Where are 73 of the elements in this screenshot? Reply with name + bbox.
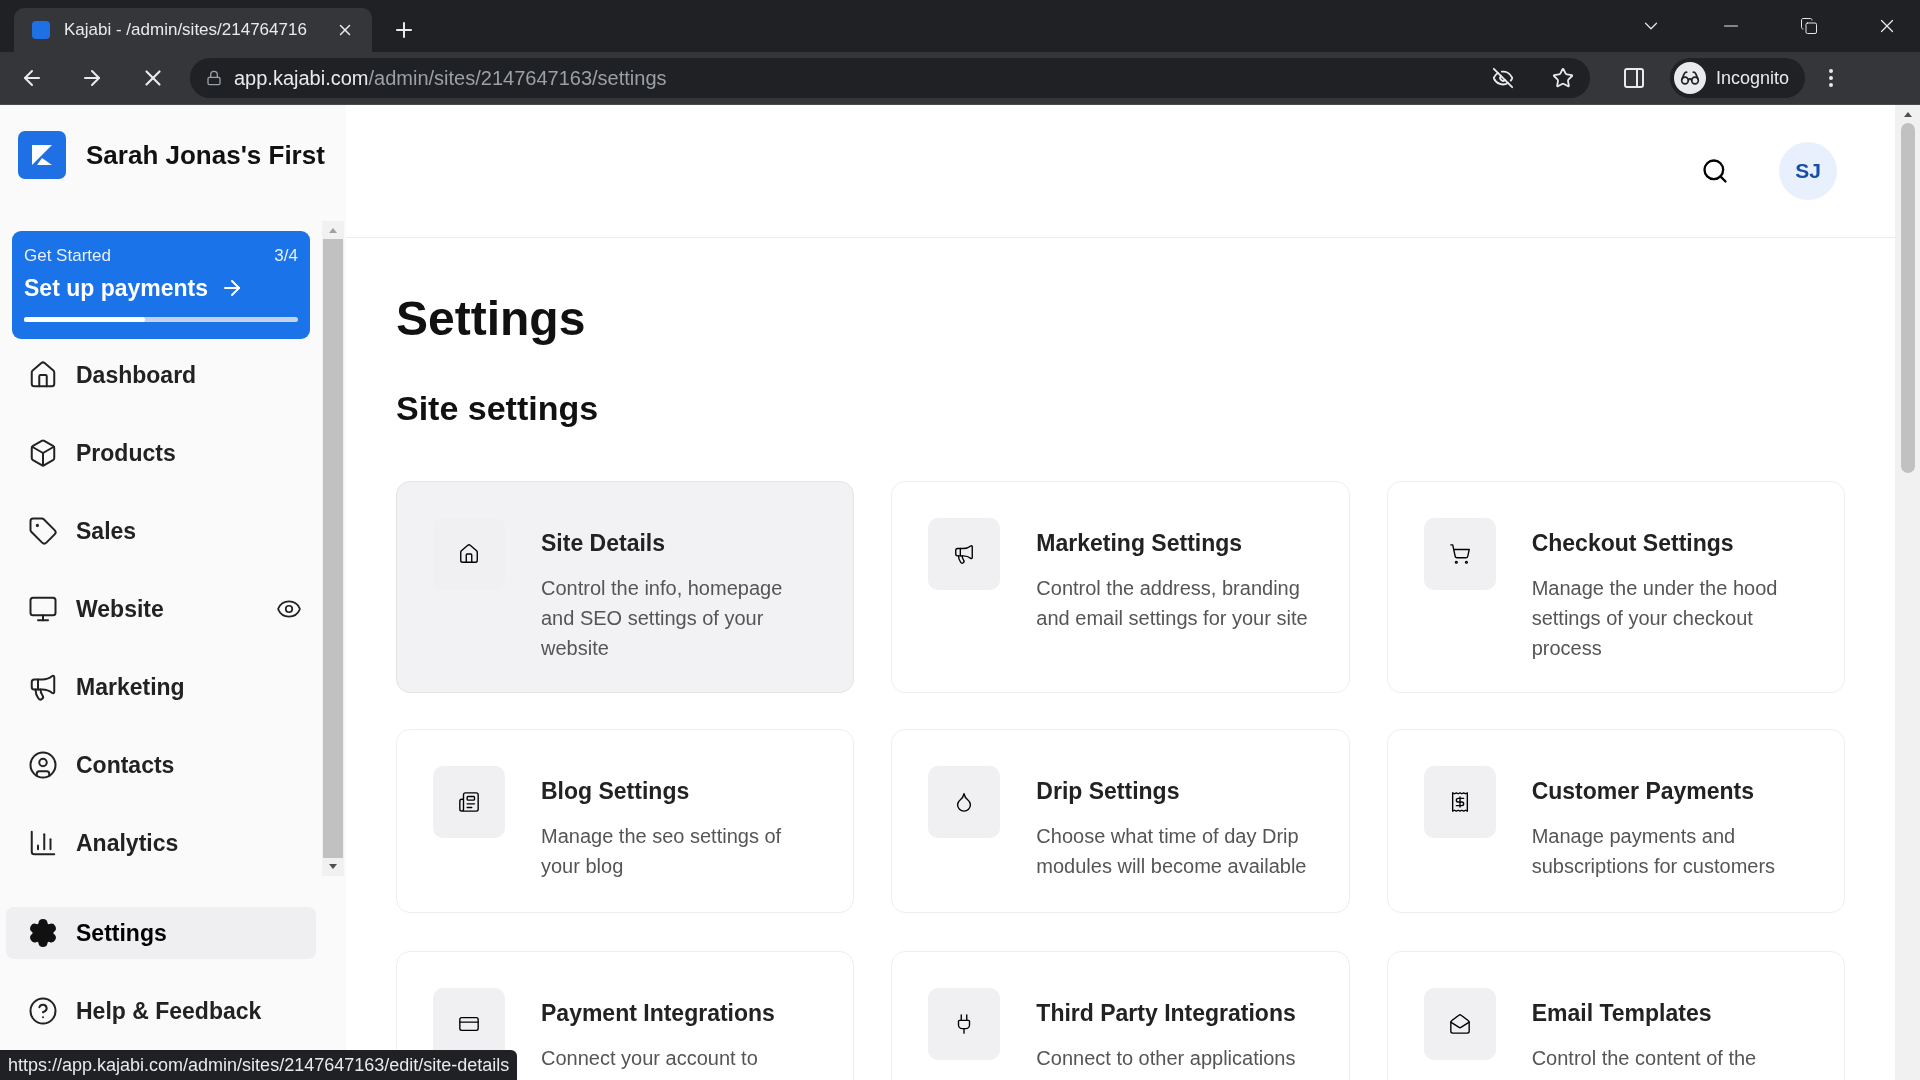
site-name: Sarah Jonas's First bbox=[86, 138, 325, 172]
get-started-label: Get Started bbox=[24, 245, 111, 267]
settings-card[interactable]: Marketing Settings Control the address, branding and email settings for your site bbox=[891, 481, 1350, 693]
nav-item[interactable]: Dashboard bbox=[6, 349, 316, 401]
page-scrollbar[interactable] bbox=[1895, 105, 1920, 1080]
user-circle-icon bbox=[28, 750, 58, 780]
incognito-icon bbox=[1674, 62, 1706, 94]
card-title: Marketing Settings bbox=[1036, 529, 1244, 558]
settings-card[interactable]: Checkout Settings Manage the under the hood settings of your checkout process bbox=[1386, 481, 1845, 693]
card-title: Customer Payments bbox=[1531, 777, 1756, 806]
kajabi-logo[interactable] bbox=[18, 131, 66, 179]
droplet-icon bbox=[928, 766, 1001, 838]
cube-icon bbox=[28, 438, 58, 468]
envelope-icon bbox=[1423, 988, 1496, 1060]
nav-item[interactable]: Contacts bbox=[6, 739, 316, 791]
eye-off-icon[interactable] bbox=[1492, 67, 1514, 89]
nav-item[interactable]: Help & Feedback bbox=[6, 985, 316, 1037]
scrollbar-thumb[interactable] bbox=[1900, 123, 1915, 473]
profile-button[interactable]: Incognito bbox=[1670, 58, 1806, 98]
card-description: Control the content of the bbox=[1531, 1045, 1757, 1071]
nav-item[interactable]: Website bbox=[6, 583, 316, 635]
card-title: Site Details bbox=[541, 529, 666, 558]
card-title: Checkout Settings bbox=[1531, 529, 1735, 558]
card-description: Connect your account to bbox=[541, 1045, 759, 1071]
section-title: Site settings bbox=[396, 391, 600, 425]
get-started-card[interactable]: Get Started 3/4 Set up payments bbox=[12, 231, 310, 339]
user-avatar[interactable]: SJ bbox=[1779, 142, 1837, 200]
status-link-tooltip: https://app.kajabi.com/admin/sites/2147647163/edit/site-details bbox=[0, 1050, 518, 1080]
help-icon bbox=[28, 996, 58, 1026]
cart-icon bbox=[1423, 518, 1496, 590]
nav-item[interactable]: Products bbox=[6, 427, 316, 479]
card-description: Connect to other applications bbox=[1036, 1045, 1296, 1071]
receipt-icon bbox=[1423, 766, 1496, 838]
step-count: 3/4 bbox=[274, 245, 298, 267]
lock-icon bbox=[206, 70, 222, 86]
card-description: Manage payments and subscriptions for customers bbox=[1531, 823, 1777, 879]
card-description: Control the address, branding and email settings for your site bbox=[1036, 575, 1309, 631]
nav-item[interactable]: Analytics bbox=[6, 817, 316, 869]
megaphone-icon bbox=[928, 518, 1001, 590]
restore-icon[interactable] bbox=[1800, 17, 1818, 35]
plug-icon bbox=[928, 988, 1001, 1060]
settings-card[interactable]: Drip Settings Choose what time of day Drip modules will become available bbox=[891, 729, 1350, 913]
bar-chart-icon bbox=[28, 828, 58, 858]
setup-link[interactable]: Set up payments bbox=[24, 270, 209, 305]
settings-card[interactable]: Email Templates Control the content of the bbox=[1386, 951, 1845, 1080]
house-icon bbox=[28, 360, 58, 390]
settings-card[interactable]: Site Details Control the info, homepage and SEO settings of your website bbox=[396, 481, 855, 693]
nav-item[interactable]: Sales bbox=[6, 505, 316, 557]
address-bar[interactable]: app.kajabi.com/admin/sites/2147647163/settings bbox=[190, 58, 1590, 98]
card-title: Third Party Integrations bbox=[1036, 999, 1296, 1028]
kajabi-logo-icon bbox=[32, 21, 50, 39]
card-description: Manage the seo settings of your blog bbox=[541, 823, 783, 879]
nav-item[interactable]: Marketing bbox=[6, 661, 316, 713]
star-icon[interactable] bbox=[1552, 67, 1574, 89]
card-description: Manage the under the hood settings of your checkout process bbox=[1531, 575, 1779, 661]
card-description: Choose what time of day Drip modules will become available bbox=[1036, 823, 1308, 879]
settings-card[interactable]: Customer Payments Manage payments and subscriptions for customers bbox=[1386, 729, 1845, 913]
card-title: Blog Settings bbox=[541, 777, 691, 806]
monitor-icon bbox=[28, 594, 58, 624]
card-description: Control the info, homepage and SEO settings of your website bbox=[541, 575, 784, 661]
search-icon[interactable] bbox=[1701, 157, 1729, 185]
card-title: Payment Integrations bbox=[541, 999, 775, 1028]
nav-item[interactable]: Settings bbox=[6, 907, 316, 959]
document-icon bbox=[433, 766, 505, 838]
settings-card[interactable]: Third Party Integrations Connect to other applications bbox=[891, 951, 1350, 1080]
page-title: Settings bbox=[396, 295, 587, 343]
tag-icon bbox=[28, 516, 58, 546]
card-title: Email Templates bbox=[1531, 999, 1713, 1028]
browser-tab[interactable]: Kajabi - /admin/sites/214764716 bbox=[14, 8, 372, 52]
megaphone-icon bbox=[28, 672, 58, 702]
settings-card[interactable]: Blog Settings Manage the seo settings of your blog bbox=[396, 729, 855, 913]
side-panel-icon[interactable] bbox=[1622, 66, 1646, 90]
card-title: Drip Settings bbox=[1036, 777, 1181, 806]
